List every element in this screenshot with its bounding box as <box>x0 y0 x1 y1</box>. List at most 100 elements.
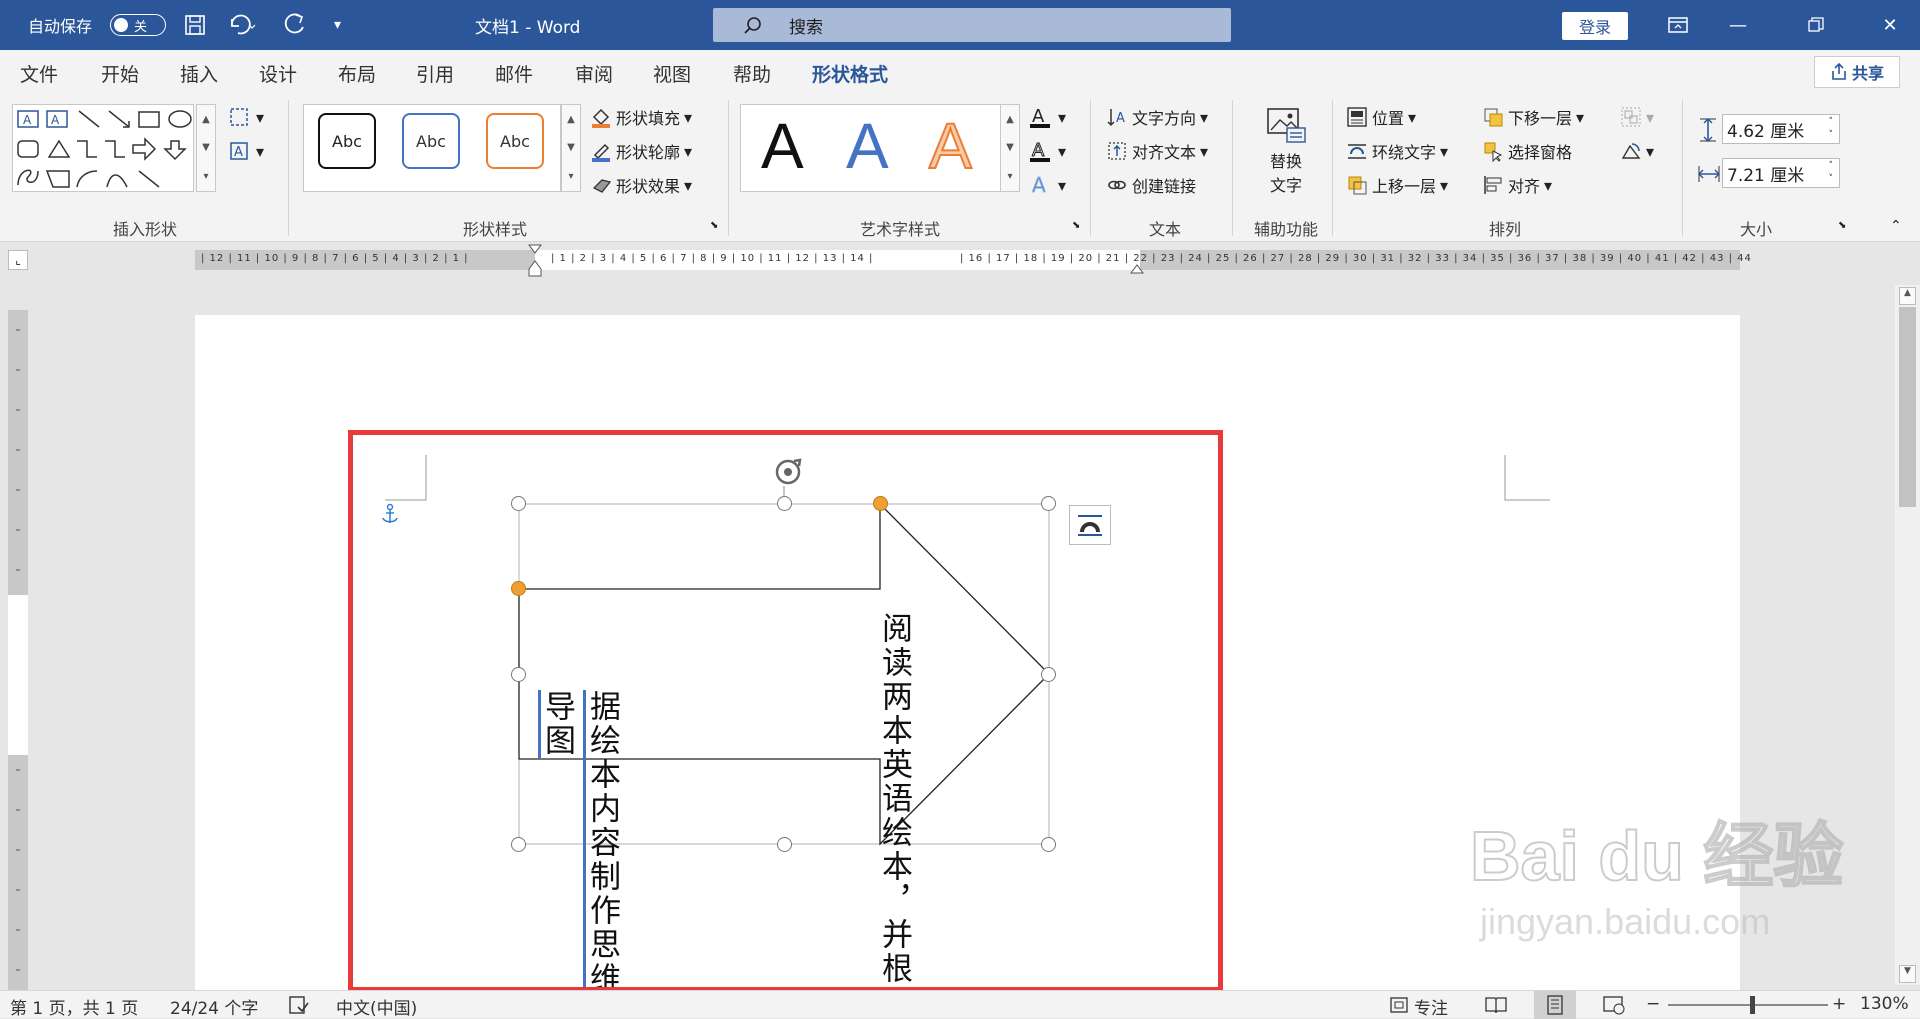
ribbon-display-icon[interactable] <box>1648 0 1708 50</box>
read-mode-icon[interactable] <box>1484 995 1508 1015</box>
collapse-ribbon-icon[interactable]: ⌃ <box>1890 218 1902 234</box>
focus-mode-button[interactable]: 专注 <box>1414 994 1448 1019</box>
shape-styles-launcher-icon[interactable]: ⬊ <box>710 220 718 231</box>
customize-qat-icon[interactable]: ▾ <box>334 0 341 50</box>
tab-help[interactable]: 帮助 <box>733 60 771 87</box>
tab-insert[interactable]: 插入 <box>180 60 218 87</box>
page-count[interactable]: 第 1 页，共 1 页 <box>10 994 138 1019</box>
text-direction-button[interactable]: A 文字方向▾ <box>1106 104 1208 130</box>
scroll-thumb[interactable] <box>1899 307 1916 507</box>
width-spinner[interactable]: ˄˅ <box>1829 160 1834 186</box>
rotate-button[interactable]: ▾ <box>1620 138 1654 164</box>
style-orange[interactable]: Abc <box>486 113 544 169</box>
bring-forward-button[interactable]: 上移一层 ▾ <box>1346 172 1448 198</box>
wrap-text-icon <box>1346 140 1368 162</box>
print-layout-button[interactable] <box>1534 991 1576 1019</box>
wordart-gallery[interactable]: A A A <box>740 104 1002 192</box>
tab-view[interactable]: 视图 <box>653 60 691 87</box>
tab-review[interactable]: 审阅 <box>575 60 613 87</box>
shape-style-scroll[interactable]: ▲▼▾ <box>561 104 581 192</box>
text-effects-icon: A <box>1028 173 1054 197</box>
wordart-scroll[interactable]: ▲▼▾ <box>1000 104 1020 192</box>
scroll-down-icon[interactable]: ▼ <box>1899 965 1916 983</box>
save-icon[interactable] <box>183 0 207 50</box>
size-launcher-icon[interactable]: ⬊ <box>1838 220 1846 231</box>
minimize-icon[interactable]: — <box>1708 0 1768 50</box>
bring-forward-label: 上移一层 <box>1372 173 1436 197</box>
zoom-level[interactable]: 130% <box>1860 994 1909 1014</box>
zoom-slider[interactable] <box>1668 1004 1828 1006</box>
proofing-icon[interactable] <box>288 995 310 1015</box>
textbox-icon: A <box>228 140 252 162</box>
indent-marker[interactable] <box>528 244 542 278</box>
send-backward-icon <box>1482 106 1504 128</box>
word-count[interactable]: 24/24 个字 <box>170 994 258 1019</box>
shape-height-input[interactable]: 4.62 厘米 ˄˅ <box>1722 114 1840 144</box>
close-icon[interactable]: ✕ <box>1860 0 1920 50</box>
undo-icon[interactable] <box>226 0 256 50</box>
zoom-out-button[interactable]: − <box>1646 994 1660 1014</box>
horizontal-ruler[interactable]: | 12 | 11 | 10 | 9 | 8 | 7 | 6 | 5 | 4 |… <box>195 250 1740 270</box>
tab-mailings[interactable]: 邮件 <box>495 60 533 87</box>
tab-home[interactable]: 开始 <box>101 60 139 87</box>
shape-gallery[interactable]: A A <box>12 104 194 192</box>
web-layout-icon[interactable] <box>1602 995 1626 1015</box>
vertical-ruler[interactable] <box>8 310 28 1010</box>
position-button[interactable]: 位置▾ <box>1346 104 1416 130</box>
size-label: 大小 <box>1726 216 1786 240</box>
align-button[interactable]: 对齐▾ <box>1482 172 1552 198</box>
shape-height-value: 4.62 厘米 <box>1727 117 1804 142</box>
create-link-button[interactable]: 创建链接 <box>1106 172 1196 198</box>
search-input[interactable]: 搜索 <box>713 8 1231 42</box>
login-button[interactable]: 登录 <box>1562 12 1628 40</box>
restore-icon[interactable] <box>1786 0 1846 50</box>
zoom-in-button[interactable]: + <box>1832 994 1846 1014</box>
edit-shape-button[interactable]: ▾ <box>228 104 264 130</box>
vertical-scrollbar[interactable]: ▲ ▼ <box>1895 285 1920 985</box>
draw-textbox-button[interactable]: A▾ <box>228 138 264 164</box>
wrap-text-button[interactable]: 环绕文字▾ <box>1346 138 1448 164</box>
wordart-orange[interactable]: A <box>929 109 972 183</box>
language-indicator[interactable]: 中文(中国) <box>336 994 417 1019</box>
tab-shape-format[interactable]: 形状格式 <box>812 60 888 87</box>
accessibility-label: 辅助功能 <box>1246 216 1326 240</box>
selection-pane-icon <box>1482 140 1504 162</box>
tab-references[interactable]: 引用 <box>416 60 454 87</box>
group-objects-button[interactable]: ▾ <box>1620 104 1654 130</box>
right-indent-marker[interactable] <box>1130 262 1144 274</box>
align-text-button[interactable]: 对齐文本▾ <box>1106 138 1208 164</box>
alt-text-button[interactable]: 替换 文字 <box>1256 106 1316 196</box>
share-button[interactable]: 共享 <box>1814 56 1900 88</box>
height-icon <box>1696 116 1720 144</box>
wordart-blue[interactable]: A <box>846 109 889 183</box>
tab-design[interactable]: 设计 <box>259 60 297 87</box>
link-icon <box>1106 174 1128 196</box>
selection-pane-button[interactable]: 选择窗格 <box>1482 138 1572 164</box>
position-label: 位置 <box>1372 105 1404 129</box>
shape-style-gallery[interactable]: Abc Abc Abc <box>303 104 561 192</box>
shape-effects-button[interactable]: 形状效果▾ <box>590 172 692 198</box>
zoom-slider-thumb[interactable] <box>1750 996 1755 1014</box>
tab-stop-selector[interactable]: ⌞ <box>8 250 28 270</box>
shape-outline-button[interactable]: 形状轮廓▾ <box>590 138 692 164</box>
shape-gallery-scroll[interactable]: ▲▼▾ <box>196 104 216 192</box>
wordart-black[interactable]: A <box>761 109 804 183</box>
svg-text:A: A <box>1032 173 1046 197</box>
height-spinner[interactable]: ˄˅ <box>1829 116 1834 142</box>
scroll-up-icon[interactable]: ▲ <box>1899 287 1916 305</box>
wordart-launcher-icon[interactable]: ⬊ <box>1072 220 1080 231</box>
shape-fill-button[interactable]: 形状填充▾ <box>590 104 692 130</box>
send-backward-button[interactable]: 下移一层 ▾ <box>1482 104 1584 130</box>
text-outline-button[interactable]: A▾ <box>1028 138 1066 164</box>
shape-width-input[interactable]: 7.21 厘米 ˄˅ <box>1722 158 1840 188</box>
text-effects-button[interactable]: A▾ <box>1028 172 1066 198</box>
tab-layout[interactable]: 布局 <box>338 60 376 87</box>
style-blue[interactable]: Abc <box>402 113 460 169</box>
tab-file[interactable]: 文件 <box>20 60 58 87</box>
style-black[interactable]: Abc <box>318 113 376 169</box>
text-fill-button[interactable]: A▾ <box>1028 104 1066 130</box>
autosave-state: 关 <box>134 16 147 35</box>
shape-effects-icon <box>590 174 612 196</box>
autosave-toggle[interactable]: 关 <box>110 0 166 50</box>
redo-icon[interactable] <box>283 0 307 50</box>
